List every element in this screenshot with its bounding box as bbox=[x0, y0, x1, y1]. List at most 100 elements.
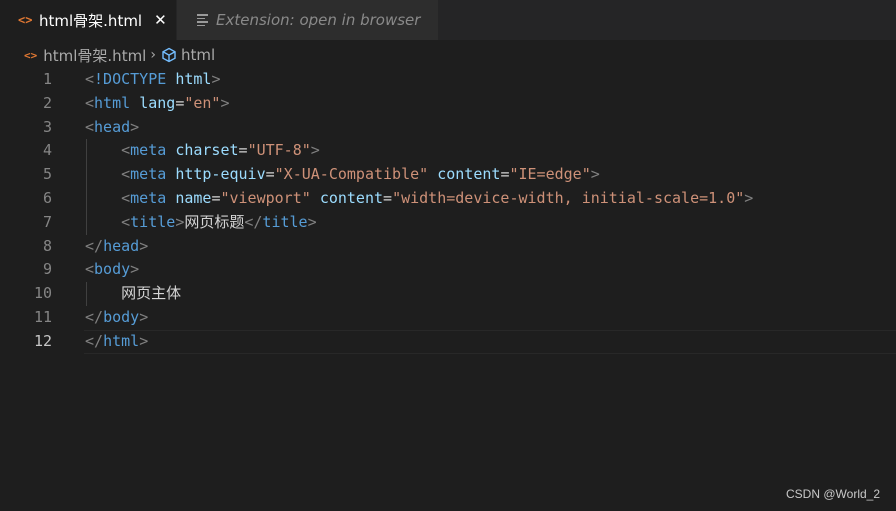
code-token: = bbox=[383, 188, 393, 207]
code-token: content bbox=[319, 188, 384, 207]
code-token: "width=device-width, initial-scale=1.0" bbox=[392, 188, 745, 207]
code-line[interactable]: 12 </html> bbox=[0, 329, 896, 354]
line-code: <meta charset="UTF-8"> bbox=[85, 139, 320, 163]
line-number: 12 bbox=[33, 331, 52, 350]
code-token: < bbox=[121, 188, 131, 207]
line-code: <title>网页标题</title> bbox=[85, 211, 316, 235]
code-token: </ bbox=[85, 307, 104, 326]
code-token: html bbox=[94, 93, 131, 112]
code-token: > bbox=[130, 260, 140, 279]
line-number: 9 bbox=[42, 260, 52, 279]
line-number: 11 bbox=[33, 307, 52, 326]
code-line[interactable]: 6 <meta name="viewport" content="width=d… bbox=[0, 186, 896, 211]
line-number: 10 bbox=[33, 284, 52, 303]
code-token: "viewport" bbox=[220, 188, 311, 207]
element-symbol-icon bbox=[161, 47, 177, 63]
code-token: > bbox=[175, 212, 185, 231]
code-line[interactable]: 4 <meta charset="UTF-8"> bbox=[0, 139, 896, 164]
code-token: "IE=edge" bbox=[509, 165, 591, 184]
code-token: > bbox=[130, 117, 140, 136]
line-code: <meta name="viewport" content="width=dev… bbox=[85, 187, 753, 211]
code-token: meta bbox=[130, 141, 167, 160]
line-code: <body> bbox=[85, 258, 139, 282]
preview-icon bbox=[197, 14, 208, 26]
code-token: </ bbox=[85, 236, 104, 255]
line-code: </head> bbox=[85, 235, 148, 259]
code-line[interactable]: 11 </body> bbox=[0, 306, 896, 330]
code-line[interactable]: 1 <!DOCTYPE html> bbox=[0, 68, 896, 92]
code-line[interactable]: 2 <html lang="en"> bbox=[0, 92, 896, 116]
code-token: head bbox=[94, 117, 131, 136]
line-code: <html lang="en"> bbox=[85, 92, 230, 116]
line-code: 网页主体 bbox=[85, 282, 181, 306]
code-token: > bbox=[310, 141, 320, 160]
breadcrumb-symbol[interactable]: html bbox=[181, 46, 215, 64]
code-token: </ bbox=[85, 331, 104, 350]
code-token: < bbox=[121, 141, 131, 160]
code-token: > bbox=[211, 70, 221, 88]
code-token: lang bbox=[139, 93, 176, 112]
tab-extension-open-in-browser[interactable]: Extension: open in browser bbox=[177, 0, 438, 40]
code-token: "X-UA-Compatible" bbox=[274, 165, 429, 184]
code-token: http-equiv bbox=[175, 165, 266, 184]
code-token: < bbox=[121, 212, 131, 231]
line-number: 8 bbox=[42, 236, 52, 255]
code-token: < bbox=[85, 70, 95, 88]
code-token: name bbox=[175, 188, 212, 207]
code-token: !DOCTYPE bbox=[94, 70, 167, 88]
code-token: > bbox=[139, 331, 149, 350]
watermark: CSDN @World_2 bbox=[786, 487, 880, 501]
code-line[interactable]: 10 网页主体 bbox=[0, 282, 896, 306]
line-code: <!DOCTYPE html> bbox=[85, 68, 220, 92]
code-token: > bbox=[220, 93, 230, 112]
code-token: "UTF-8" bbox=[247, 141, 311, 160]
close-icon[interactable]: ✕ bbox=[154, 12, 167, 28]
code-token: = bbox=[265, 165, 275, 184]
code-token: > bbox=[744, 188, 754, 207]
code-token: < bbox=[85, 260, 95, 279]
line-number: 2 bbox=[42, 93, 52, 112]
line-number: 3 bbox=[42, 117, 52, 136]
code-token: html bbox=[175, 70, 212, 88]
code-line[interactable]: 8 </head> bbox=[0, 235, 896, 259]
tab-bar: <> html骨架.html ✕ Extension: open in brow… bbox=[0, 0, 896, 40]
tab-label: Extension: open in browser bbox=[216, 11, 421, 29]
line-number: 1 bbox=[42, 70, 52, 88]
code-line[interactable]: 9 <body> bbox=[0, 258, 896, 282]
breadcrumb-file[interactable]: html骨架.html bbox=[43, 45, 146, 66]
code-token: body bbox=[94, 260, 131, 279]
code-token: meta bbox=[130, 165, 167, 184]
tab-label: html骨架.html bbox=[39, 11, 143, 30]
line-code: <head> bbox=[85, 116, 139, 140]
line-number: 7 bbox=[42, 212, 52, 231]
code-token: > bbox=[590, 165, 600, 184]
code-line[interactable]: 7 <title>网页标题</title> bbox=[0, 210, 896, 235]
chevron-right-icon: › bbox=[150, 47, 156, 63]
code-line[interactable]: 3 <head> bbox=[0, 116, 896, 140]
code-token: meta bbox=[130, 188, 167, 207]
code-token: 网页主体 bbox=[121, 284, 182, 303]
code-token: = bbox=[238, 141, 248, 160]
code-token: head bbox=[103, 236, 140, 255]
line-number: 6 bbox=[42, 188, 52, 207]
tab-html-skeleton[interactable]: <> html骨架.html ✕ bbox=[0, 0, 176, 40]
code-line[interactable]: 5 <meta http-equiv="X-UA-Compatible" con… bbox=[0, 163, 896, 187]
code-token: content bbox=[437, 165, 501, 184]
line-number: 4 bbox=[42, 141, 52, 160]
line-code: </body> bbox=[85, 306, 148, 330]
code-token: </ bbox=[244, 212, 263, 231]
breadcrumb: <> html骨架.html › html bbox=[24, 44, 215, 66]
code-editor[interactable]: 1 <!DOCTYPE html> 2 <html lang="en"> 3 <head>… bbox=[0, 68, 896, 354]
line-code: <meta http-equiv="X-UA-Compatible" conte… bbox=[85, 163, 600, 187]
code-token: "en" bbox=[184, 93, 221, 112]
